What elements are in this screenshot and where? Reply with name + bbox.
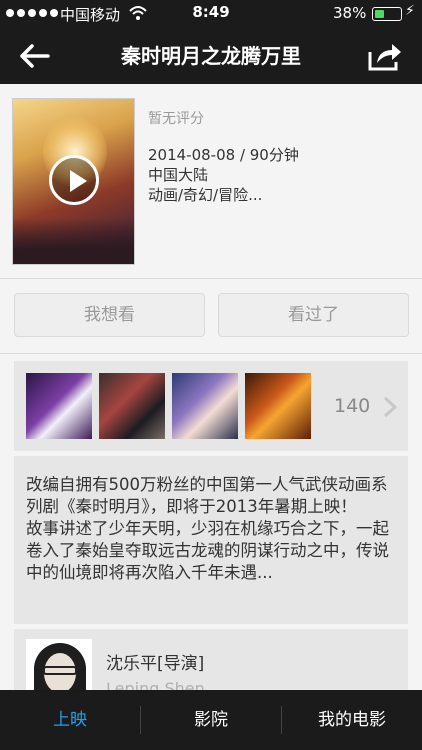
release-date-duration: 2014-08-08 / 90分钟: [148, 146, 299, 164]
share-icon[interactable]: [364, 38, 404, 74]
status-bar: 中国移动 8:49 38% ⚡: [0, 0, 422, 28]
divider: [0, 353, 422, 354]
action-buttons: 我想看 看过了: [0, 279, 422, 353]
region-text: 中国大陆: [148, 166, 209, 184]
want-to-see-button[interactable]: 我想看: [14, 293, 205, 337]
page-title: 秦时明月之龙腾万里: [121, 44, 301, 68]
synopsis-paragraph: 故事讲述了少年天明，少羽在机缘巧合之下，一起卷入了秦始皇夺取远古龙魂的阴谋行动之…: [26, 519, 389, 582]
cast-name: 沈乐平[导演]: [106, 654, 205, 674]
play-icon[interactable]: [49, 155, 99, 205]
synopsis[interactable]: 改编自拥有500万粉丝的中国第一人气武侠动画系列剧《秦时明月》，即将于2013年…: [14, 456, 408, 624]
tab-bar: 上映 影院 我的电影: [0, 690, 422, 750]
stills-strip[interactable]: 140: [14, 361, 408, 451]
battery-icon: [372, 7, 402, 21]
movie-poster[interactable]: [12, 98, 135, 265]
bolt-icon: ⚡: [405, 3, 415, 19]
stills-count: 140: [334, 395, 371, 417]
tab-cinemas[interactable]: 影院: [141, 690, 281, 750]
back-arrow-icon[interactable]: [16, 38, 56, 74]
battery-percentage: 38%: [333, 4, 367, 22]
synopsis-paragraph: 改编自拥有500万粉丝的中国第一人气武侠动画系列剧《秦时明月》，即将于2013年…: [26, 475, 388, 516]
chevron-right-icon[interactable]: [382, 395, 398, 419]
rating-text: 暂无评分: [148, 111, 204, 127]
nav-bar: 秦时明月之龙腾万里: [0, 28, 422, 84]
still-image[interactable]: [26, 373, 92, 439]
tab-my-movies[interactable]: 我的电影: [282, 690, 422, 750]
genre-text: 动画/奇幻/冒险...: [148, 186, 263, 204]
still-image[interactable]: [172, 373, 238, 439]
movie-info: 暂无评分 2014-08-08 / 90分钟 中国大陆 动画/奇幻/冒险...: [0, 84, 422, 278]
still-image[interactable]: [99, 373, 165, 439]
tab-now-showing[interactable]: 上映: [0, 690, 140, 750]
seen-button[interactable]: 看过了: [218, 293, 409, 337]
still-image[interactable]: [245, 373, 311, 439]
